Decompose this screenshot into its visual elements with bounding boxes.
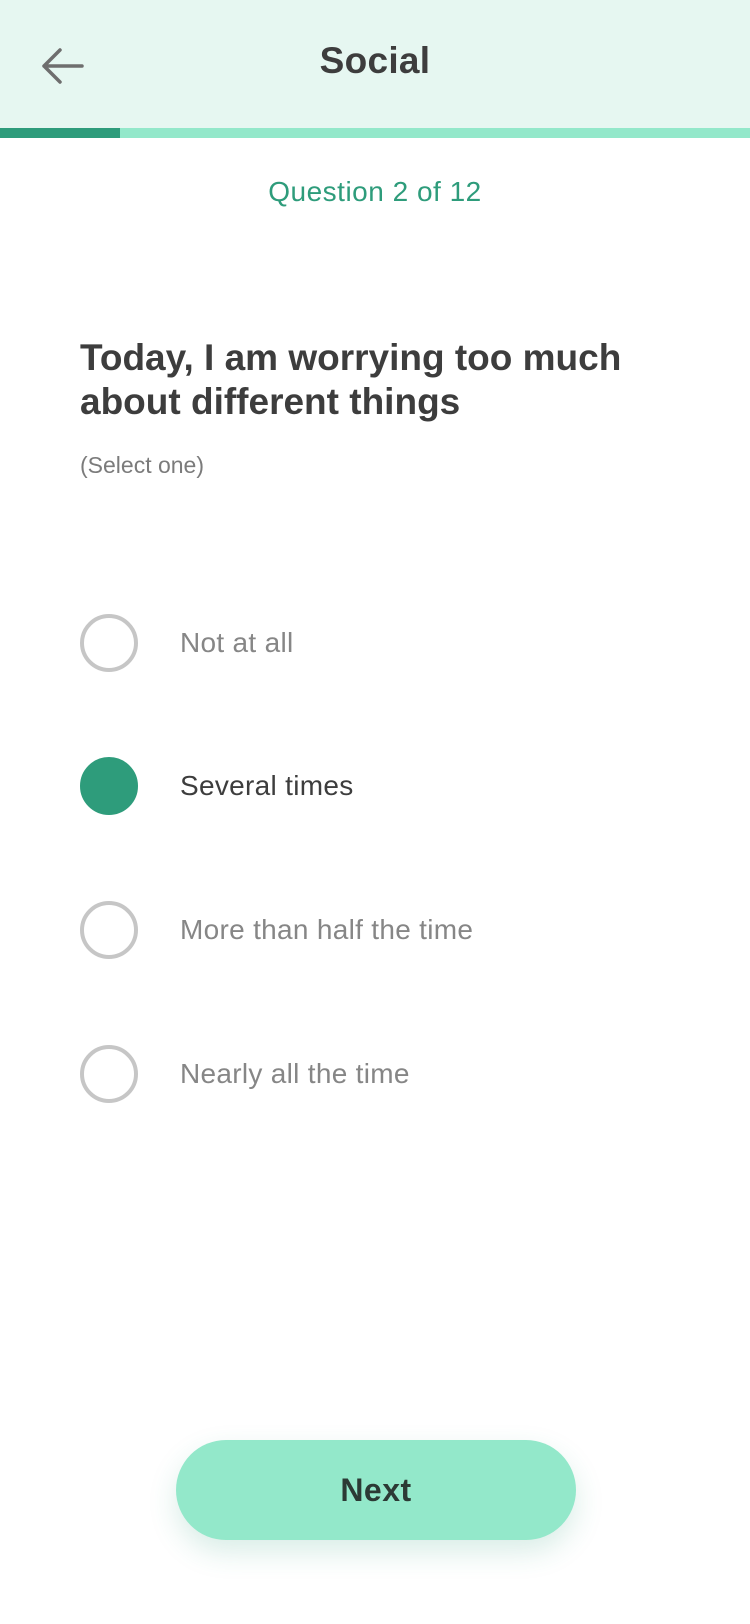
radio-button[interactable]: [80, 757, 138, 815]
option-more-than-half[interactable]: More than half the time: [80, 897, 680, 963]
question-counter: Question 2 of 12: [268, 176, 482, 207]
option-several-times[interactable]: Several times: [80, 753, 680, 819]
radio-button[interactable]: [80, 1045, 138, 1103]
option-nearly-all[interactable]: Nearly all the time: [80, 1041, 680, 1107]
option-label: More than half the time: [180, 914, 474, 945]
radio-button[interactable]: [80, 614, 138, 672]
option-not-at-all[interactable]: Not at all: [80, 610, 680, 676]
progress-bar: [0, 128, 750, 138]
option-label: Nearly all the time: [180, 1058, 410, 1089]
question-text: Today, I am worrying too much about diff…: [80, 337, 622, 422]
page-title: Social: [319, 40, 431, 81]
next-button[interactable]: Next: [176, 1440, 576, 1540]
select-hint: (Select one): [80, 452, 205, 478]
radio-button[interactable]: [80, 901, 138, 959]
option-label: Not at all: [180, 627, 294, 658]
header-bar: Social: [0, 0, 750, 128]
option-label: Several times: [180, 770, 354, 801]
progress-fill: [0, 128, 120, 138]
